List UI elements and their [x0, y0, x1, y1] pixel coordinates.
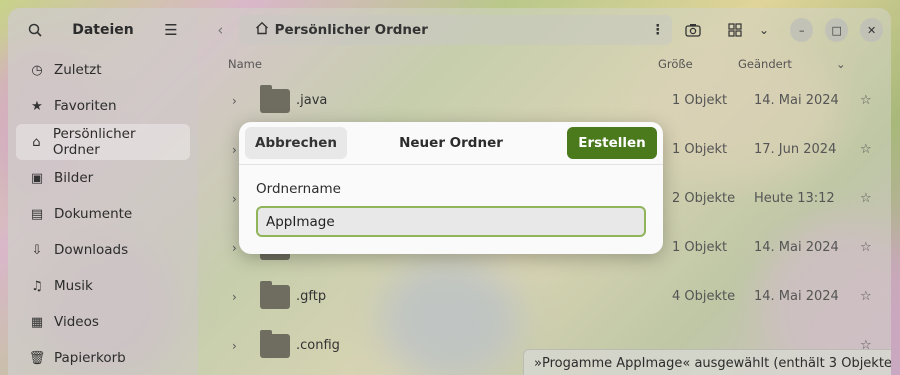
expand-chevron-icon[interactable]: ›: [232, 290, 252, 304]
sidebar-item-label: Downloads: [54, 242, 129, 258]
grid-view-icon[interactable]: [721, 15, 750, 45]
cancel-button[interactable]: Abbrechen: [245, 127, 347, 159]
trash-icon: 🗑: [28, 350, 46, 366]
create-button[interactable]: Erstellen: [567, 127, 657, 159]
sidebar-item[interactable]: ▤ Dokumente: [16, 196, 190, 232]
star-icon[interactable]: ☆: [860, 191, 872, 206]
file-modified: 14. Mai 2024: [754, 289, 839, 304]
path-bar[interactable]: Persönlicher Ordner ⋮: [238, 15, 673, 45]
sidebar-item[interactable]: ★ Favoriten: [16, 88, 190, 124]
star-icon[interactable]: ☆: [860, 142, 872, 157]
download-icon: ⇩: [31, 242, 43, 258]
folder-icon: [260, 280, 290, 309]
sidebar-header: Dateien ☰: [8, 8, 198, 52]
home-icon: ⌂: [32, 134, 41, 150]
folder-icon: [260, 84, 290, 113]
column-headers: Name Größe Geändert ⌄: [198, 52, 891, 76]
column-options-chevron-icon[interactable]: ⌄: [836, 57, 846, 71]
file-row[interactable]: › .gftp 4 Objekte 14. Mai 2024 ☆: [198, 272, 891, 321]
sidebar-item[interactable]: ◷ Zuletzt: [16, 52, 190, 88]
sidebar-item-label: Videos: [54, 314, 99, 330]
file-size: 1 Objekt: [672, 142, 728, 157]
star-icon[interactable]: ☆: [860, 289, 872, 304]
sidebar-item-label: Favoriten: [54, 98, 117, 114]
minimize-icon[interactable]: –: [790, 18, 814, 42]
column-modified[interactable]: Geändert: [738, 57, 836, 71]
sidebar-item[interactable]: ⌂ Persönlicher Ordner: [16, 124, 190, 160]
sidebar-item[interactable]: ♫ Musik: [16, 268, 190, 304]
file-size: 1 Objekt: [672, 240, 728, 255]
column-size[interactable]: Größe: [658, 57, 738, 71]
sidebar-item-label: Zuletzt: [54, 62, 102, 78]
sidebar-item[interactable]: ▦ Videos: [16, 304, 190, 340]
file-name: .gftp: [296, 289, 327, 304]
star-icon: ★: [31, 98, 43, 114]
sidebar-item[interactable]: 🗑 Papierkorb: [16, 340, 190, 375]
status-bar: »Progamme AppImage« ausgewählt (enthält …: [523, 349, 891, 375]
folder-name-input[interactable]: [256, 206, 646, 237]
file-modified: 17. Jun 2024: [754, 142, 837, 157]
sidebar-item-label: Dokumente: [54, 206, 133, 222]
camera-icon[interactable]: [678, 15, 707, 45]
folder-name-label: Ordnername: [256, 181, 341, 197]
location-label: Persönlicher Ordner: [274, 22, 428, 38]
column-name[interactable]: Name: [228, 57, 658, 71]
close-icon[interactable]: ✕: [860, 18, 884, 42]
view-options-chevron-icon[interactable]: ⌄: [750, 15, 779, 45]
hamburger-menu-icon[interactable]: ☰: [156, 15, 186, 45]
expand-chevron-icon[interactable]: ›: [232, 339, 252, 353]
file-size: 4 Objekte: [672, 289, 736, 304]
video-icon: ▦: [30, 314, 44, 330]
clock-icon: ◷: [31, 62, 43, 78]
dialog-header: Abbrechen Neuer Ordner Erstellen: [239, 122, 663, 165]
back-button[interactable]: ‹: [206, 15, 235, 45]
sidebar-item[interactable]: ⇩ Downloads: [16, 232, 190, 268]
more-options-icon[interactable]: ⋮: [651, 22, 665, 38]
new-folder-dialog: Abbrechen Neuer Ordner Erstellen Ordnern…: [239, 122, 663, 254]
toolbar: ‹ Persönlicher Ordner ⋮ ⌄ – □ ✕: [198, 8, 891, 52]
file-size: 1 Objekt: [672, 93, 728, 108]
sidebar-list: ◷ Zuletzt ★ Favoriten ⌂ Persönlicher Ordner ▣ B…: [8, 52, 198, 375]
sidebar-item-label: Musik: [54, 278, 93, 294]
maximize-icon[interactable]: □: [825, 18, 849, 42]
expand-chevron-icon[interactable]: ›: [232, 94, 252, 108]
file-modified: 14. Mai 2024: [754, 93, 839, 108]
file-row[interactable]: › .java 1 Objekt 14. Mai 2024 ☆: [198, 76, 891, 125]
document-icon: ▤: [30, 206, 44, 222]
sidebar-item-label: Bilder: [54, 170, 94, 186]
star-icon[interactable]: ☆: [860, 93, 872, 108]
dialog-body: Ordnername: [239, 165, 663, 237]
music-icon: ♫: [31, 278, 43, 294]
file-name: .java: [296, 93, 328, 108]
sidebar-item-label: Persönlicher Ordner: [52, 126, 136, 158]
home-icon: [255, 21, 269, 39]
sidebar: Dateien ☰ ◷ Zuletzt ★ Favoriten ⌂ Persönliche…: [8, 8, 198, 375]
sidebar-item[interactable]: ▣ Bilder: [16, 160, 190, 196]
file-modified: Heute 13:12: [754, 191, 835, 206]
app-title: Dateien: [72, 22, 134, 38]
image-icon: ▣: [30, 170, 44, 186]
folder-icon: [260, 329, 290, 358]
sidebar-item-label: Papierkorb: [54, 350, 126, 366]
file-size: 2 Objekte: [672, 191, 736, 206]
file-modified: 14. Mai 2024: [754, 240, 839, 255]
star-icon[interactable]: ☆: [860, 240, 872, 255]
search-icon[interactable]: [20, 15, 50, 45]
